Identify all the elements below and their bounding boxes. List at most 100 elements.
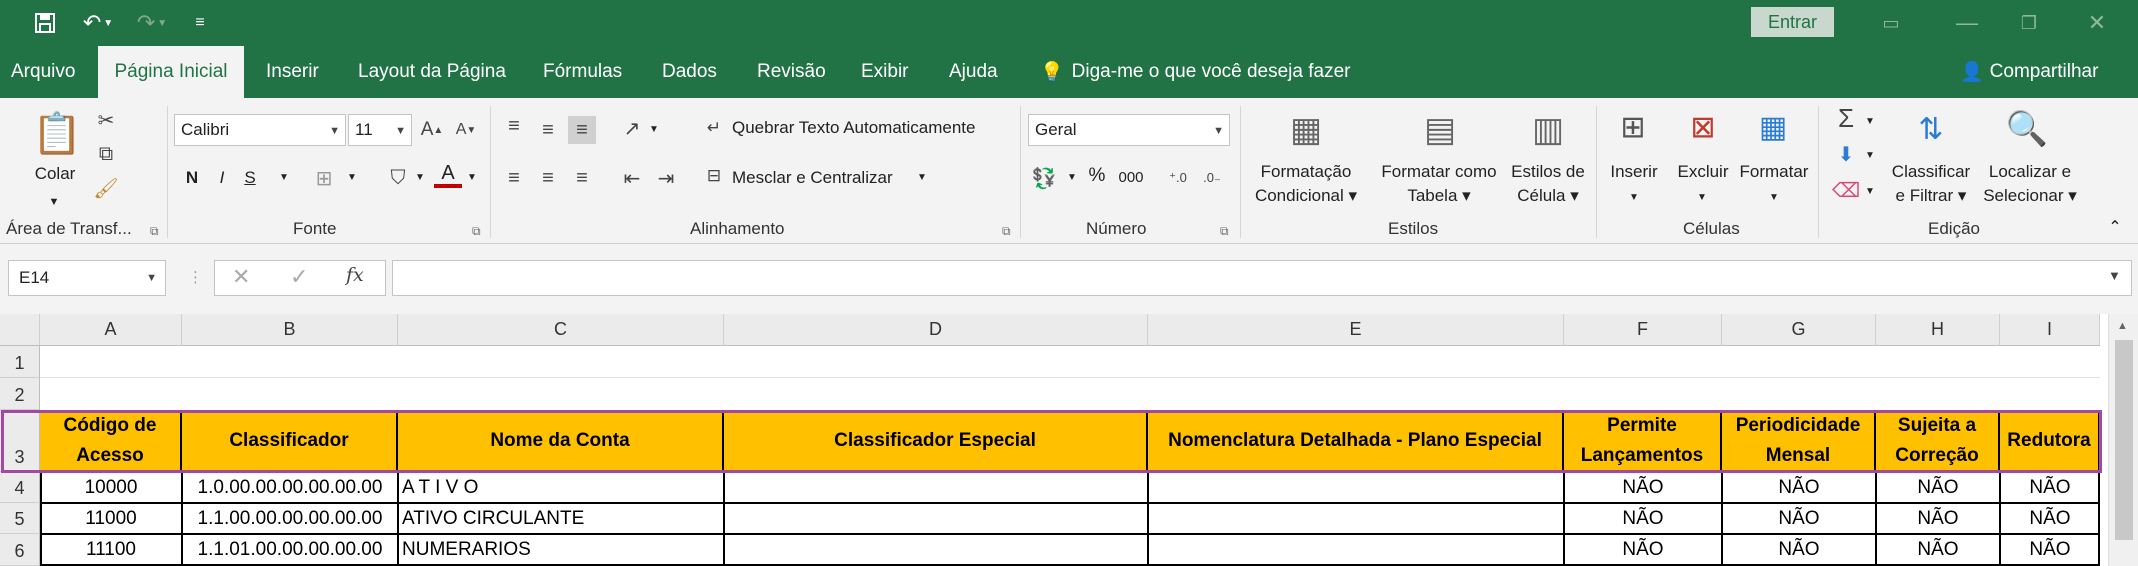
- cell-styles-icon[interactable]: ▥: [1524, 106, 1572, 154]
- clipboard-launcher-icon[interactable]: ⧉: [150, 224, 159, 239]
- column-header-c[interactable]: C: [398, 314, 724, 346]
- row-header-4[interactable]: 4: [0, 472, 40, 503]
- insert-cells-icon[interactable]: ⊞: [1612, 106, 1654, 148]
- cell-h4[interactable]: NÃO: [1876, 472, 2000, 503]
- ribbon-display-icon[interactable]: ▭: [1876, 8, 1906, 38]
- cut-icon[interactable]: ✂: [92, 106, 120, 134]
- alignment-launcher-icon[interactable]: ⧉: [1002, 224, 1011, 239]
- cell-a6[interactable]: 11100: [40, 534, 182, 565]
- customize-toolbar-icon[interactable]: ≡: [188, 8, 212, 38]
- cell-a4[interactable]: 10000: [40, 472, 182, 503]
- paste-icon[interactable]: 📋: [32, 108, 82, 158]
- undo-icon[interactable]: ↶ ▼: [78, 8, 118, 38]
- borders-icon[interactable]: ⊞: [310, 164, 338, 192]
- minimize-icon[interactable]: —: [1952, 8, 1982, 38]
- collapse-ribbon-icon[interactable]: ⌃: [2100, 216, 2130, 240]
- wrap-text-button[interactable]: Quebrar Texto Automaticamente: [732, 116, 976, 140]
- conditional-format-icon[interactable]: ▦: [1282, 106, 1330, 154]
- signin-button[interactable]: Entrar: [1751, 7, 1834, 37]
- expand-formula-icon[interactable]: ▼: [2108, 268, 2121, 283]
- format-painter-icon[interactable]: 🖌: [92, 174, 120, 202]
- cell-h6[interactable]: NÃO: [1876, 534, 2000, 565]
- header-redutora[interactable]: Redutora: [2000, 410, 2100, 472]
- cell-b6[interactable]: 1.1.01.00.00.00.00.00: [182, 534, 398, 565]
- header-classificador[interactable]: Classificador: [182, 410, 398, 472]
- autosum-dropdown-icon[interactable]: ▼: [1864, 110, 1876, 134]
- cell-i5[interactable]: NÃO: [2000, 503, 2100, 534]
- paste-dropdown-icon[interactable]: ▼: [46, 190, 62, 214]
- increase-decimal-icon[interactable]: ⁺.0: [1164, 164, 1192, 192]
- format-as-table-icon[interactable]: ▤: [1416, 106, 1464, 154]
- header-permite-lancamentos[interactable]: Permite Lançamentos: [1564, 410, 1722, 472]
- header-codigo-acesso[interactable]: Código de Acesso: [40, 410, 182, 472]
- orientation-dropdown-icon[interactable]: ▼: [648, 118, 660, 142]
- cell-c4[interactable]: A T I V O: [402, 472, 722, 503]
- align-right-icon[interactable]: ≡: [568, 164, 596, 192]
- cell-g5[interactable]: NÃO: [1722, 503, 1876, 534]
- insert-dropdown-icon[interactable]: ▼: [1628, 186, 1640, 210]
- clear-dropdown-icon[interactable]: ▼: [1864, 180, 1876, 204]
- row-header-5[interactable]: 5: [0, 503, 40, 534]
- row-header-2[interactable]: 2: [0, 378, 40, 410]
- vertical-scrollbar[interactable]: ▲: [2108, 314, 2138, 566]
- column-header-g[interactable]: G: [1722, 314, 1876, 346]
- number-format-box[interactable]: Geral ▼: [1028, 114, 1230, 146]
- fill-color-icon[interactable]: ⛉: [384, 164, 412, 192]
- tab-formulas[interactable]: Fórmulas: [543, 46, 622, 98]
- enter-icon[interactable]: ✓: [290, 264, 308, 290]
- header-nome-conta[interactable]: Nome da Conta: [398, 410, 724, 472]
- tab-dados[interactable]: Dados: [662, 46, 717, 98]
- format-as-table-button[interactable]: Formatar como Tabela ▾: [1370, 160, 1508, 208]
- delete-cells-icon[interactable]: ⊠: [1682, 106, 1724, 148]
- increase-indent-icon[interactable]: ⇥: [652, 164, 680, 192]
- font-name-box[interactable]: Calibri ▼: [174, 114, 346, 146]
- tab-pagina-inicial[interactable]: Página Inicial: [98, 46, 244, 98]
- insert-function-button[interactable]: fx: [346, 264, 364, 286]
- increase-font-icon[interactable]: A ▲: [418, 116, 446, 144]
- close-icon[interactable]: ✕: [2082, 8, 2112, 38]
- tab-revisao[interactable]: Revisão: [757, 46, 826, 98]
- align-left-icon[interactable]: ≡: [500, 164, 528, 192]
- name-box[interactable]: E14 ▼: [8, 260, 166, 296]
- formula-input[interactable]: [392, 260, 2132, 296]
- find-select-icon[interactable]: 🔍: [2002, 104, 2052, 154]
- cell-i6[interactable]: NÃO: [2000, 534, 2100, 565]
- autosum-icon[interactable]: Σ: [1832, 103, 1860, 133]
- tell-me-search[interactable]: 💡 Diga-me o que você deseja fazer: [1040, 46, 1351, 98]
- cell-g4[interactable]: NÃO: [1722, 472, 1876, 503]
- cancel-icon[interactable]: ✕: [232, 264, 250, 290]
- clear-icon[interactable]: ⌫: [1832, 176, 1860, 204]
- font-launcher-icon[interactable]: ⧉: [472, 224, 481, 239]
- underline-button[interactable]: S: [240, 166, 260, 190]
- scroll-up-icon[interactable]: ▲: [2117, 320, 2128, 332]
- align-middle-icon[interactable]: ≡: [534, 116, 562, 144]
- format-dropdown-icon[interactable]: ▼: [1768, 186, 1780, 210]
- insert-cells-button[interactable]: Inserir: [1600, 160, 1668, 184]
- paste-button[interactable]: Colar: [22, 162, 88, 186]
- select-all-corner[interactable]: [0, 314, 40, 346]
- orientation-icon[interactable]: ↗: [618, 114, 646, 142]
- row-header-6[interactable]: 6: [0, 534, 40, 566]
- sort-filter-icon[interactable]: ⇅: [1906, 104, 1956, 154]
- row-header-3[interactable]: 3: [0, 410, 40, 472]
- header-periodicidade-mensal[interactable]: Periodicidade Mensal: [1722, 410, 1876, 472]
- sort-filter-button[interactable]: Classificar e Filtrar ▾: [1886, 160, 1976, 208]
- cell-b5[interactable]: 1.1.00.00.00.00.00.00: [182, 503, 398, 534]
- cell-i4[interactable]: NÃO: [2000, 472, 2100, 503]
- copy-icon[interactable]: ⧉: [92, 140, 120, 168]
- decrease-indent-icon[interactable]: ⇤: [618, 164, 646, 192]
- cell-a5[interactable]: 11000: [40, 503, 182, 534]
- row-header-1[interactable]: 1: [0, 346, 40, 378]
- share-button[interactable]: 👤 Compartilhar: [1960, 46, 2098, 98]
- column-header-h[interactable]: H: [1876, 314, 2000, 346]
- align-center-icon[interactable]: ≡: [534, 164, 562, 192]
- cell-b4[interactable]: 1.0.00.00.00.00.00.00: [182, 472, 398, 503]
- column-header-a[interactable]: A: [40, 314, 182, 346]
- fill-dropdown-icon[interactable]: ▼: [414, 166, 426, 190]
- wrap-text-icon[interactable]: ↵: [700, 114, 728, 142]
- font-size-box[interactable]: 11 ▼: [348, 114, 412, 146]
- thousands-button[interactable]: 000: [1114, 166, 1148, 190]
- header-sujeita-correcao[interactable]: Sujeita a Correção: [1876, 410, 2000, 472]
- merge-dropdown-icon[interactable]: ▼: [916, 166, 928, 190]
- column-header-e[interactable]: E: [1148, 314, 1564, 346]
